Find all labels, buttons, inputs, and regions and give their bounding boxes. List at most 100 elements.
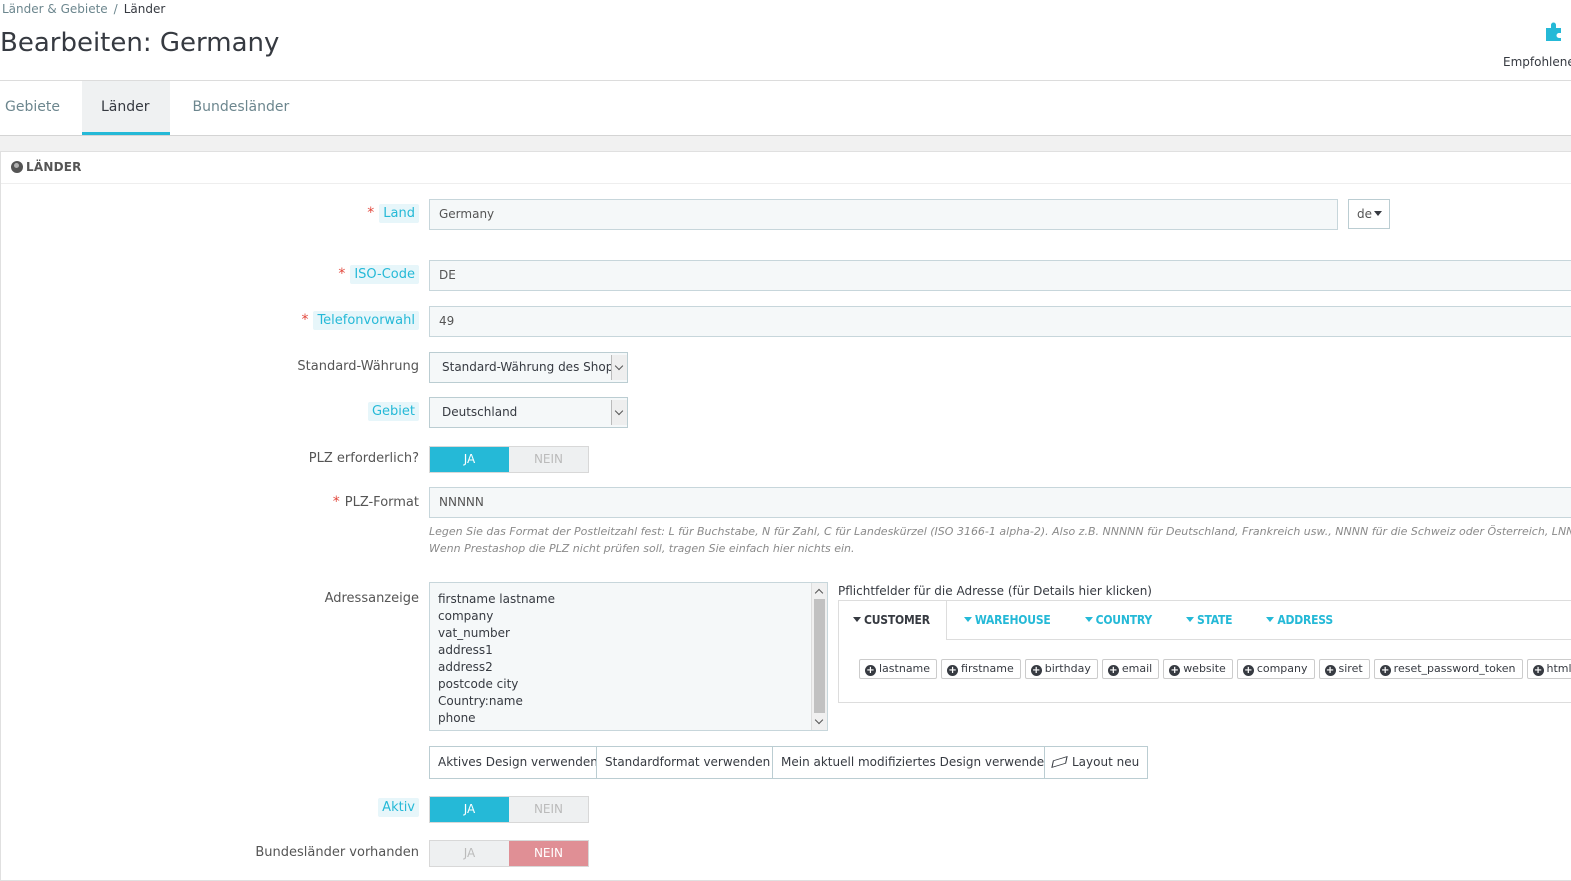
country-name-label: * Land: [367, 204, 419, 223]
chip-label: email: [1121, 662, 1153, 675]
field-chips: + lastname + firstname + birthday + email + w…: [859, 659, 1571, 679]
use-modified-design-button[interactable]: Mein aktuell modifiziertes Design verwen…: [772, 746, 1061, 779]
address-line: Country:name: [438, 694, 523, 708]
plus-icon: +: [1242, 665, 1254, 676]
zone-label: Gebiet: [367, 402, 419, 421]
contains-states-switch[interactable]: JA NEIN: [429, 840, 589, 867]
field-chip[interactable]: + siret: [1318, 659, 1370, 679]
use-default-format-button[interactable]: Standardformat verwenden: [596, 746, 780, 779]
breadcrumb-current: Länder: [123, 2, 166, 16]
required-marker: *: [367, 205, 375, 221]
field-chip[interactable]: + lastname: [859, 659, 938, 679]
chip-label: company: [1256, 662, 1308, 675]
field-chip[interactable]: + company: [1236, 659, 1315, 679]
zip-format-help-line1: Legen Sie das Format der Postleitzahl fe…: [429, 525, 1571, 538]
scroll-down-icon[interactable]: [814, 715, 824, 725]
required-fields-title[interactable]: Pflichtfelder für die Adresse (für Detai…: [838, 584, 1152, 598]
field-chip[interactable]: + reset_password_token: [1373, 659, 1523, 679]
required-fields-tabs: CUSTOMER WAREHOUSE COUNTRY STATE ADDRESS: [839, 601, 1571, 640]
required-fields-panel: CUSTOMER WAREHOUSE COUNTRY STATE ADDRESS…: [838, 600, 1571, 703]
reset-layout-label: Layout neu: [1072, 755, 1140, 769]
zip-format-input[interactable]: NNNNN: [429, 487, 1571, 518]
language-code: de: [1357, 207, 1372, 221]
contains-states-no[interactable]: NEIN: [509, 841, 588, 866]
zone-value: Deutschland: [442, 405, 518, 419]
field-chip[interactable]: + firstname: [941, 659, 1021, 679]
textarea-scrollbar[interactable]: [811, 583, 827, 730]
caret-down-icon: [1084, 617, 1093, 622]
language-dropdown[interactable]: de: [1348, 199, 1390, 229]
scroll-thumb[interactable]: [814, 599, 825, 713]
breadcrumb-parent[interactable]: Länder & Gebiete: [2, 2, 108, 16]
required-marker: *: [332, 494, 340, 510]
default-currency-label: Standard-Währung: [297, 359, 419, 374]
tab-warehouse-label: WAREHOUSE: [974, 613, 1051, 627]
field-chip[interactable]: + email: [1101, 659, 1160, 679]
field-chip[interactable]: + birthday: [1024, 659, 1098, 679]
zone-select[interactable]: Deutschland: [429, 397, 628, 428]
default-currency-select[interactable]: Standard-Währung des Shops: [429, 352, 628, 383]
tab-states[interactable]: Bundesländer: [170, 81, 311, 135]
chip-label: htmlFields: [1546, 662, 1571, 675]
caret-down-icon: [1266, 617, 1275, 622]
tab-zones[interactable]: Gebiete: [0, 81, 82, 135]
caret-down-icon: [963, 617, 972, 622]
chip-label: lastname: [879, 662, 931, 675]
zip-required-label: PLZ erforderlich?: [308, 451, 419, 466]
breadcrumb-separator: /: [113, 2, 118, 16]
use-active-design-button[interactable]: Aktives Design verwenden: [429, 746, 607, 779]
plus-icon: +: [865, 665, 876, 676]
address-layout-textarea[interactable]: firstname lastname company vat_number ad…: [429, 582, 828, 731]
tab-warehouse[interactable]: WAREHOUSE: [947, 601, 1068, 639]
iso-code-input[interactable]: DE: [429, 260, 1571, 291]
tab-address[interactable]: ADDRESS: [1249, 601, 1350, 639]
zip-required-yes[interactable]: JA: [430, 447, 509, 472]
chevron-down-icon: [611, 355, 627, 380]
phone-prefix-label-text: Telefonvorwahl: [313, 311, 419, 330]
active-yes[interactable]: JA: [430, 797, 509, 822]
active-no[interactable]: NEIN: [509, 797, 588, 822]
active-label: Aktiv: [378, 798, 419, 817]
tab-state-label: STATE: [1196, 613, 1233, 627]
plus-icon: +: [947, 665, 959, 676]
plus-icon: +: [1107, 665, 1119, 676]
zip-format-label: * PLZ-Format: [333, 494, 419, 510]
eraser-icon: [1051, 756, 1068, 768]
zip-required-no[interactable]: NEIN: [509, 447, 588, 472]
panel-heading: LÄNDER: [1, 152, 1571, 184]
country-name-input[interactable]: Germany: [429, 199, 1338, 230]
required-marker: *: [338, 266, 346, 282]
contains-states-yes[interactable]: JA: [430, 841, 509, 866]
recommended-label: Empfohlene: [1503, 55, 1571, 69]
plus-icon: +: [1532, 665, 1544, 676]
scroll-up-icon[interactable]: [814, 588, 824, 598]
address-line: firstname lastname: [438, 592, 555, 606]
zip-format-help: Legen Sie das Format der Postleitzahl fe…: [429, 523, 1571, 557]
reset-layout-button[interactable]: Layout neu: [1044, 746, 1149, 779]
tab-country[interactable]: COUNTRY: [1068, 601, 1169, 639]
globe-icon: [11, 161, 23, 173]
zip-required-switch[interactable]: JA NEIN: [429, 446, 589, 473]
tab-countries[interactable]: Länder: [81, 81, 171, 135]
address-line: phone: [438, 711, 476, 725]
puzzle-icon: [1546, 22, 1561, 41]
caret-down-icon: [1185, 617, 1194, 622]
chip-label: reset_password_token: [1393, 662, 1516, 675]
address-line: address2: [438, 660, 493, 674]
tab-state[interactable]: STATE: [1169, 601, 1249, 639]
plus-icon: +: [1169, 665, 1181, 676]
chevron-down-icon: [611, 400, 627, 425]
field-chip[interactable]: + website: [1163, 659, 1233, 679]
active-switch[interactable]: JA NEIN: [429, 796, 589, 823]
page-title: Bearbeiten: Germany: [0, 28, 280, 58]
iso-code-label: * ISO-Code: [338, 265, 419, 284]
tab-customer[interactable]: CUSTOMER: [839, 601, 947, 640]
phone-prefix-label: * Telefonvorwahl: [301, 311, 419, 330]
field-chip[interactable]: +htmlFields: [1526, 659, 1571, 679]
caret-down-icon: [853, 617, 861, 622]
panel-title: LÄNDER: [26, 160, 82, 174]
chip-label: website: [1183, 662, 1226, 675]
address-line: address1: [438, 643, 493, 657]
tab-customer-label: CUSTOMER: [864, 613, 930, 627]
phone-prefix-input[interactable]: 49: [429, 306, 1571, 337]
